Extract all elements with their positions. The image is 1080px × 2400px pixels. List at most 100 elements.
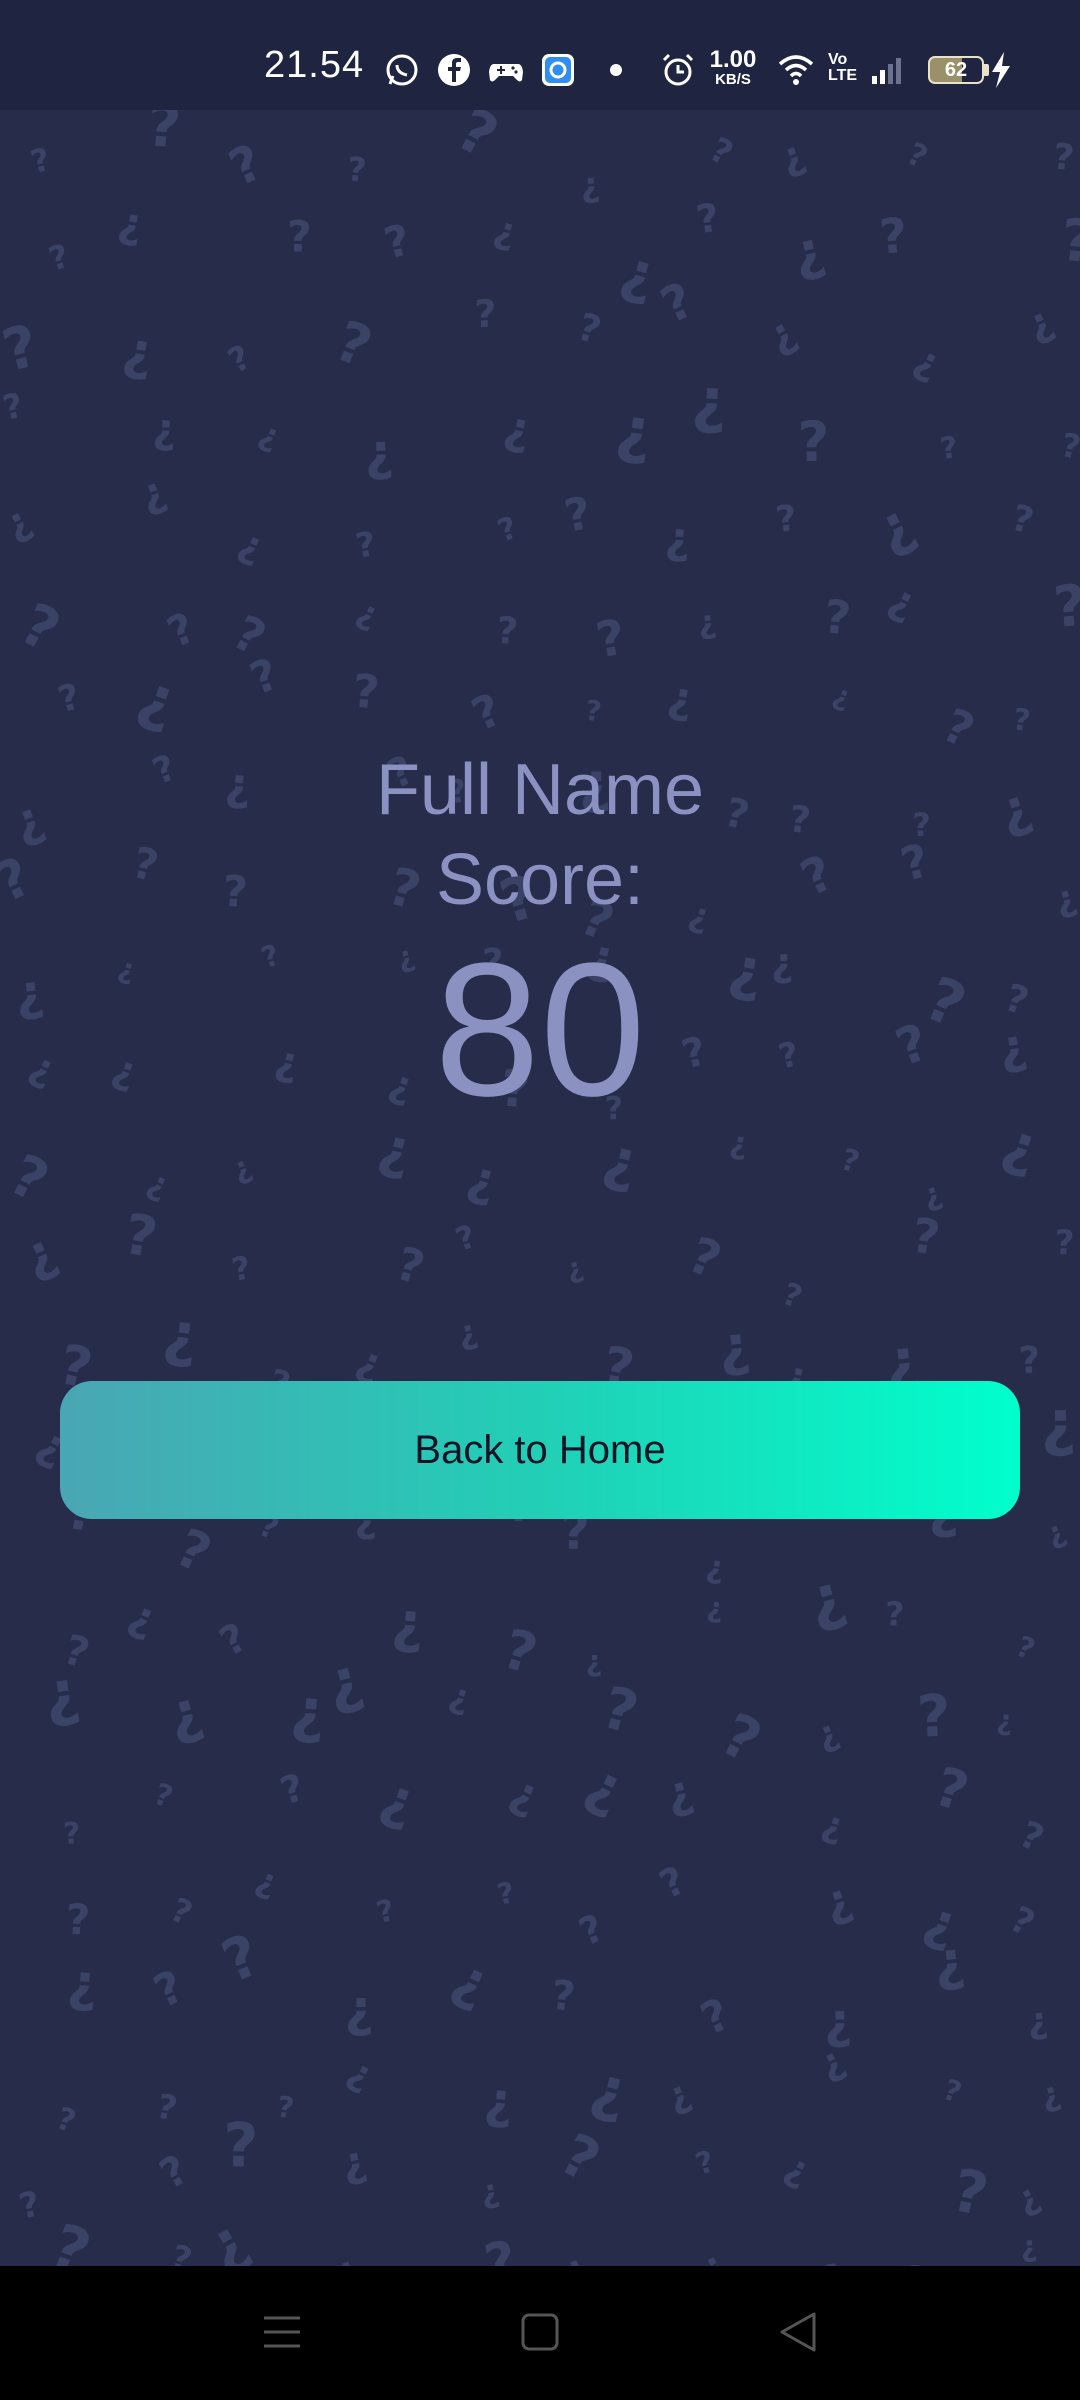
back-icon[interactable]	[768, 2302, 828, 2362]
pattern-glyph: ¿	[500, 400, 537, 457]
pattern-glyph: ?	[1011, 702, 1033, 739]
pattern-glyph: ?	[146, 1959, 192, 2018]
pattern-glyph: ¿	[1040, 1386, 1077, 1460]
pattern-glyph: ?	[222, 337, 258, 382]
pattern-glyph: ¿	[65, 1953, 99, 2015]
whatsapp-icon	[384, 52, 420, 88]
pattern-glyph: ¿	[817, 1803, 848, 1848]
pattern-glyph: ¿	[664, 513, 692, 565]
pattern-glyph: ?	[152, 2145, 197, 2198]
pattern-glyph: ¿	[995, 1703, 1014, 1737]
score-title-line1: Full Name	[375, 750, 705, 830]
pattern-glyph: ¿	[1041, 1514, 1071, 1553]
pattern-glyph: ¿	[344, 1980, 374, 2039]
pattern-glyph: ¿	[759, 307, 804, 362]
pattern-glyph: ?	[1058, 425, 1080, 467]
battery-cap	[984, 64, 989, 76]
pattern-glyph: ?	[691, 2144, 718, 2183]
charging-bolt-icon	[990, 52, 1012, 88]
pattern-glyph: ?	[27, 140, 55, 182]
pattern-glyph: ?	[680, 1226, 729, 1291]
pattern-glyph: ?	[946, 2155, 994, 2230]
pattern-glyph: ?	[837, 1142, 864, 1181]
pattern-glyph: ¿	[817, 1872, 858, 1930]
pattern-glyph: ?	[41, 2210, 99, 2266]
pattern-glyph: ?	[229, 1248, 254, 1289]
home-icon[interactable]	[510, 2302, 570, 2362]
pattern-glyph: ¿	[706, 1591, 725, 1625]
pattern-glyph: ?	[777, 1276, 806, 1316]
pattern-glyph: ¿	[114, 197, 147, 250]
pattern-glyph: ?	[900, 2255, 932, 2266]
pattern-glyph: ?	[0, 386, 27, 429]
pattern-glyph: ?	[773, 498, 799, 541]
pattern-glyph: ¿	[351, 591, 385, 634]
pattern-glyph: ?	[346, 149, 368, 189]
pattern-glyph: ?	[144, 110, 183, 162]
pattern-glyph: ¿	[931, 1928, 968, 1993]
pattern-glyph: ?	[464, 683, 509, 742]
pattern-glyph: ¿	[864, 490, 924, 564]
pattern-glyph: ¿	[134, 466, 172, 519]
pattern-glyph: ?	[1051, 136, 1076, 179]
pattern-glyph: ¿	[727, 1125, 750, 1163]
pattern-glyph: ?	[1051, 573, 1080, 641]
pattern-glyph: ¿	[614, 237, 663, 309]
pattern-glyph: ¿	[373, 1764, 424, 1835]
pattern-glyph: ?	[560, 486, 595, 543]
pattern-glyph: ¿	[907, 337, 947, 387]
pattern-glyph: ¿	[254, 414, 286, 456]
pattern-glyph: ?	[1054, 1223, 1074, 1263]
pattern-glyph: ?	[153, 2086, 181, 2129]
pattern-glyph: ¿	[829, 678, 856, 715]
pattern-glyph: ¿	[774, 132, 811, 182]
volte-indicator: Vo LTE	[828, 52, 857, 84]
pattern-glyph: ?	[927, 1755, 975, 1824]
pattern-glyph: ?	[0, 311, 45, 385]
pattern-glyph: ?	[877, 208, 909, 266]
pattern-glyph: ¿	[227, 1149, 257, 1188]
pattern-glyph: ?	[62, 1816, 81, 1852]
pattern-glyph: ¿	[363, 423, 395, 483]
pattern-glyph: ?	[1013, 1813, 1050, 1861]
pattern-glyph: ?	[572, 304, 606, 353]
pattern-glyph: ¿	[490, 207, 522, 254]
pattern-glyph: ?	[939, 2072, 966, 2110]
pattern-glyph: ¿	[462, 1149, 503, 1210]
pattern-glyph: ¿	[329, 2247, 363, 2266]
pattern-glyph: ¿	[341, 2049, 381, 2097]
pattern-glyph: ?	[212, 1614, 255, 1665]
menu-icon[interactable]	[252, 2302, 312, 2362]
pattern-glyph: ?	[220, 133, 271, 198]
pattern-glyph: ¿	[562, 1250, 587, 1286]
pattern-glyph: ¿	[585, 1644, 603, 1679]
pattern-glyph: ?	[907, 1207, 943, 1267]
pattern-glyph: ?	[373, 1893, 398, 1931]
pattern-glyph: ¿	[695, 602, 718, 642]
pattern-glyph: ¿	[1027, 2000, 1050, 2042]
pattern-glyph: ¿	[1010, 2176, 1046, 2221]
pattern-glyph: ?	[595, 1673, 645, 1747]
pattern-glyph: ?	[693, 195, 722, 243]
pattern-glyph: ¿	[195, 2205, 259, 2266]
pattern-glyph: ?	[693, 1989, 737, 2046]
pattern-glyph: ¿	[251, 1859, 283, 1903]
pattern-glyph: ?	[275, 1765, 310, 1814]
pattern-glyph: ¿	[478, 2171, 502, 2211]
pattern-glyph: ¿	[0, 498, 39, 548]
pattern-glyph: ?	[379, 215, 415, 270]
battery-level: 62	[944, 59, 968, 81]
pattern-glyph: ?	[496, 1616, 544, 1686]
pattern-glyph: ?	[938, 430, 960, 467]
pattern-glyph: ?	[710, 1699, 772, 1776]
pattern-glyph: ¿	[152, 404, 177, 453]
net-speed-value: 1.00	[709, 46, 757, 73]
network-speed: 1.00 KB/S	[708, 46, 758, 88]
pattern-glyph: ?	[653, 1858, 693, 1908]
back-to-home-button[interactable]: Back to Home	[60, 1381, 1020, 1519]
pattern-glyph: ?	[572, 1905, 610, 1954]
pattern-glyph: ¿	[779, 2145, 817, 2193]
pattern-glyph: ?	[326, 309, 380, 381]
pattern-glyph: ¿	[482, 2071, 515, 2131]
pattern-glyph: ¿	[14, 1222, 65, 1288]
